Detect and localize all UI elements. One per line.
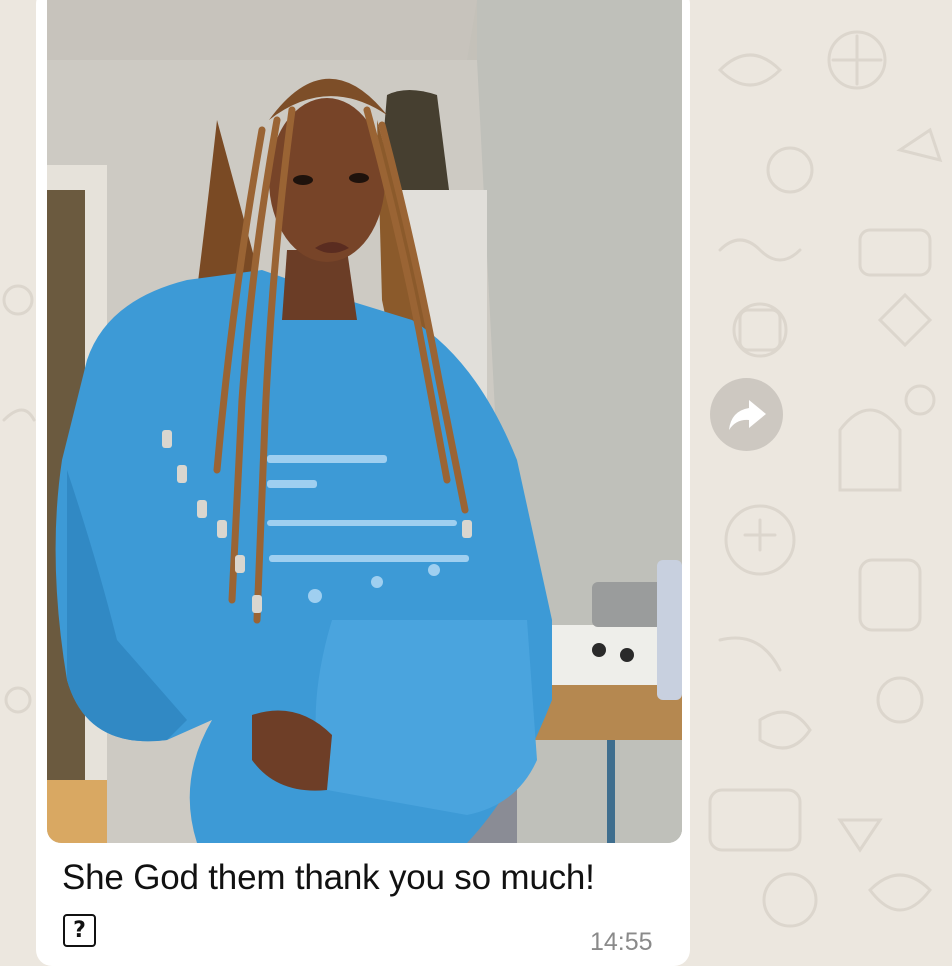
photo-illustration [47, 0, 682, 843]
forward-button[interactable] [710, 378, 783, 451]
message-caption: She God them thank you so much! [62, 858, 595, 897]
unsupported-emoji-icon: ? [63, 914, 96, 947]
forward-arrow-icon [729, 400, 766, 430]
photo-attachment[interactable] [47, 0, 682, 843]
message-timestamp: 14:55 [590, 928, 653, 956]
